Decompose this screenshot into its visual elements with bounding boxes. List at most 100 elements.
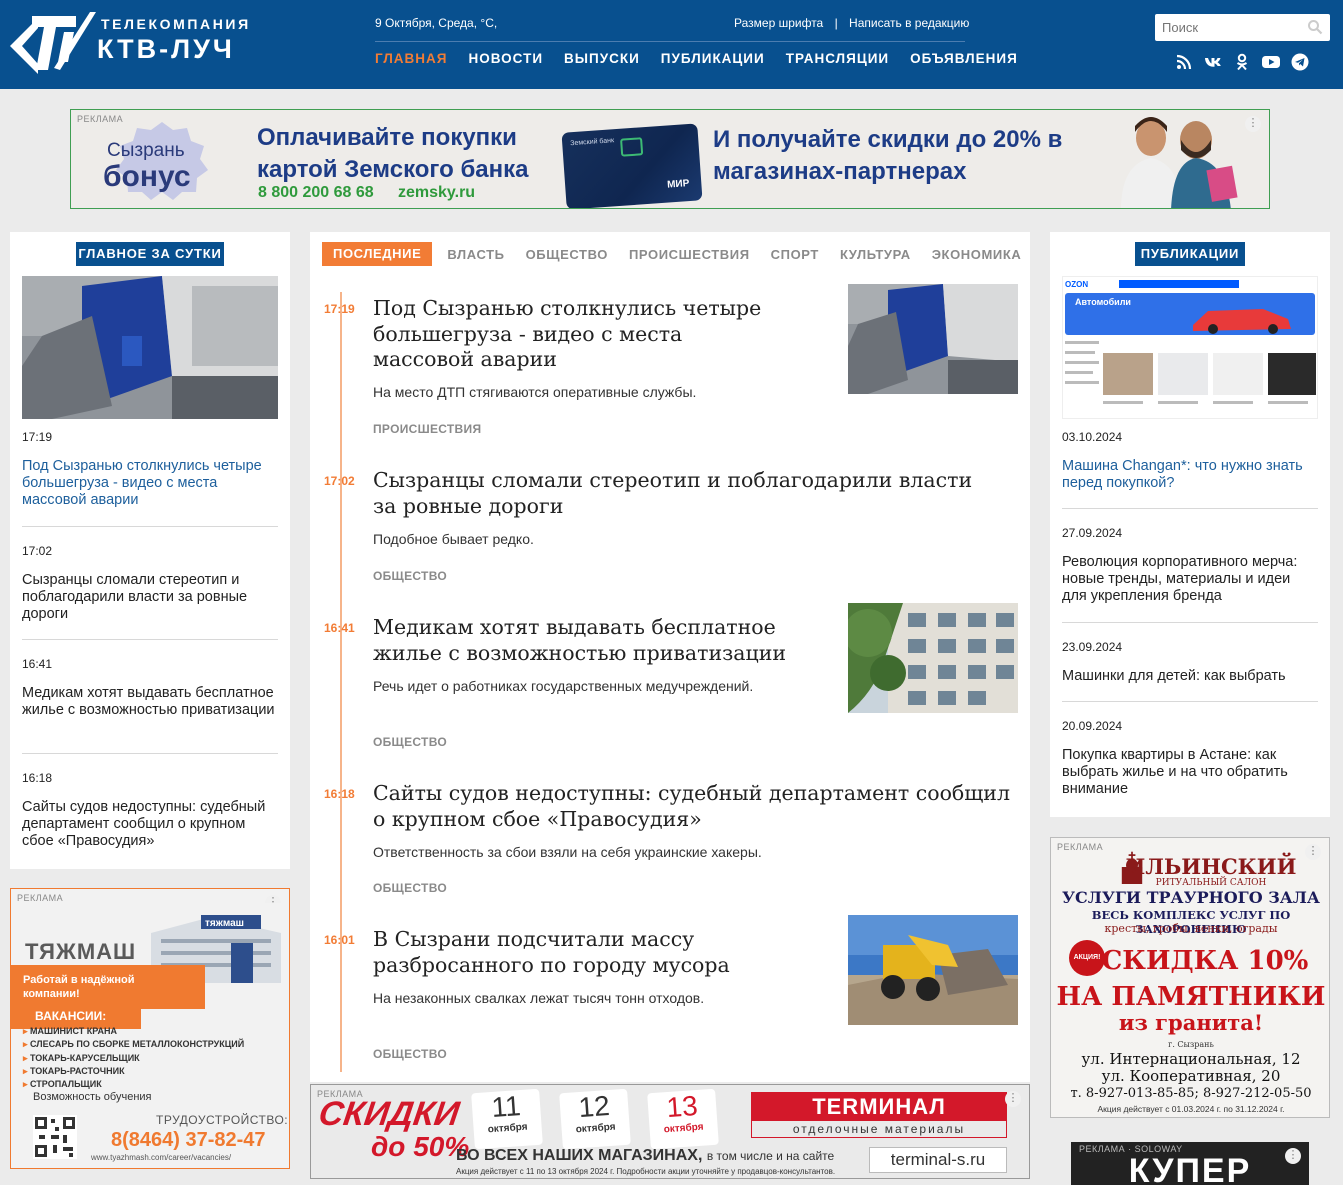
vacancy-list: МАШИНИСТ КРАНА СЛЕСАРЬ ПО СБОРКЕ МЕТАЛЛО… xyxy=(23,1025,244,1091)
ad-menu-icon[interactable]: ⋮ xyxy=(1305,844,1321,860)
list-item[interactable]: 20.09.2024 Покупка квартиры в Астане: ка… xyxy=(1062,719,1318,798)
youtube-icon[interactable] xyxy=(1262,53,1280,71)
publication-title-link[interactable]: Машинки для детей: как выбрать xyxy=(1062,668,1318,685)
terminal-brand: TERМИНАЛ xyxy=(752,1093,1006,1121)
ozon-cars-screenshot: OZON Автомобили xyxy=(1063,277,1317,418)
vk-icon[interactable] xyxy=(1204,53,1222,71)
nav-news[interactable]: НОВОСТИ xyxy=(469,51,544,66)
monuments-text: НА ПАМЯТНИКИ xyxy=(1056,982,1326,1012)
list-item[interactable]: 16:18 Сайты судов недоступны: судебный д… xyxy=(22,771,278,850)
logo-title[interactable]: КТВ-ЛУЧ xyxy=(97,34,235,65)
list-item[interactable]: 27.09.2024 Революция корпоративного мерч… xyxy=(1062,526,1318,605)
vacancies-title: ВАКАНСИИ: xyxy=(35,1009,107,1023)
section-title-daily: ГЛАВНОЕ ЗА СУТКИ xyxy=(76,242,224,266)
news-category-link[interactable]: ОБЩЕСТВО xyxy=(373,735,447,749)
news-title-link[interactable]: Под Сызранью столкнулись четыре большегр… xyxy=(22,458,278,509)
link-separator: | xyxy=(834,16,838,30)
kuper-logo: КУПЕР xyxy=(1128,1152,1252,1185)
ok-icon[interactable] xyxy=(1233,53,1251,71)
terminal-ad[interactable]: РЕКЛАМА СКИДКИ до 50% 11 октября 12 октя… xyxy=(310,1084,1030,1179)
news-category-link[interactable]: ПРОИСШЕСТВИЯ xyxy=(373,422,481,436)
list-item[interactable]: 23.09.2024 Машинки для детей: как выбрат… xyxy=(1062,640,1318,685)
ad-menu-icon[interactable]: ⋮ xyxy=(1245,116,1261,132)
news-title-link[interactable]: Сызранцы сломали стереотип и поблагодари… xyxy=(373,468,993,519)
search-input[interactable] xyxy=(1155,14,1295,41)
vacancy-item: ТОКАРЬ-РАСТОЧНИК xyxy=(23,1065,244,1078)
tab-latest[interactable]: ПОСЛЕДНИЕ НОВОСТИ xyxy=(322,242,433,285)
header-divider xyxy=(375,41,965,42)
news-thumbnail[interactable] xyxy=(848,284,1018,394)
top-ad-banner[interactable]: РЕКЛАМА Сызрань бонус Оплачивайте покупк… xyxy=(70,109,1270,209)
list-item[interactable]: 16:41 Медикам хотят выдавать бесплатное … xyxy=(22,657,278,719)
rss-icon[interactable] xyxy=(1175,53,1193,71)
list-item[interactable]: 17:19 Под Сызранью столкнулись четыре бо… xyxy=(22,430,278,509)
nav-broadcasts[interactable]: ТРАНСЛЯЦИИ xyxy=(786,51,889,66)
date-day: 11 xyxy=(490,1090,522,1124)
publication-title-link[interactable]: Машина Changan*: что нужно знать перед п… xyxy=(1062,458,1318,492)
people-photo xyxy=(1091,110,1241,208)
news-title-link[interactable]: Медикам хотят выдавать бесплатное жилье … xyxy=(22,685,278,719)
news-category-link[interactable]: ОБЩЕСТВО xyxy=(373,1047,447,1061)
date-card: 12 октября xyxy=(559,1088,631,1150)
nav-main[interactable]: ГЛАВНАЯ xyxy=(375,51,448,66)
site-header: ТЕЛЕКОМПАНИЯ КТВ-ЛУЧ 9 Октября, Среда, °… xyxy=(0,0,1343,89)
card-system: МИР xyxy=(666,178,690,191)
write-editor-link[interactable]: Написать в редакцию xyxy=(849,16,969,30)
nav-publications[interactable]: ПУБЛИКАЦИИ xyxy=(661,51,765,66)
telegram-icon[interactable] xyxy=(1291,53,1309,71)
news-title-link[interactable]: Сайты судов недоступны: судебный департа… xyxy=(373,781,1013,832)
publication-title-link[interactable]: Покупка квартиры в Астане: как выбрать ж… xyxy=(1062,747,1318,798)
publication-title-link[interactable]: Революция корпоративного мерча: новые тр… xyxy=(1062,554,1318,605)
divider xyxy=(1062,508,1318,509)
card-bank-name: Земский банк xyxy=(570,137,615,148)
font-size-link[interactable]: Размер шрифта xyxy=(734,16,823,30)
tab-incidents[interactable]: ПРОИСШЕСТВИЯ xyxy=(629,247,750,262)
ad-headline-discount: И получайте скидки до 20% в магазинах-па… xyxy=(713,124,1073,188)
ozon-heading: Автомобили xyxy=(1075,297,1131,307)
terminal-note: Акция действует с 11 по 13 октября 2024 … xyxy=(456,1167,836,1176)
kuper-ad[interactable]: РЕКЛАМА · SOLOWAY КУПЕР ⋮ xyxy=(1071,1142,1309,1185)
nav-episodes[interactable]: ВЫПУСКИ xyxy=(564,51,640,66)
news-category-link[interactable]: ОБЩЕСТВО xyxy=(373,569,447,583)
news-category-link[interactable]: ОБЩЕСТВО xyxy=(373,881,447,895)
date-day: 12 xyxy=(577,1089,611,1124)
list-item[interactable]: 17:02 Сызранцы сломали стереотип и побла… xyxy=(22,544,278,623)
tab-culture[interactable]: КУЛЬТУРА xyxy=(840,247,911,262)
ilyinsky-ad[interactable]: РЕКЛАМА ИЛЬИНСКИЙ РИТУАЛЬНЫЙ САЛОН УСЛУГ… xyxy=(1050,837,1330,1118)
divider xyxy=(1062,701,1318,702)
qr-code-icon xyxy=(33,1115,77,1159)
nav-ads[interactable]: ОБЪЯВЛЕНИЯ xyxy=(910,51,1018,66)
all-stores-small: в том числе и на сайте xyxy=(706,1149,835,1163)
news-thumbnail[interactable] xyxy=(848,915,1018,1025)
ad-headline-pay: Оплачивайте покупки картой Земского банк… xyxy=(257,122,557,186)
ad-headline-pay-text: Оплачивайте покупки картой Земского банк… xyxy=(257,124,529,183)
news-title-link[interactable]: Медикам хотят выдавать бесплатное жилье … xyxy=(373,615,793,666)
news-title-link[interactable]: В Сызрани подсчитали массу разбросанного… xyxy=(373,927,773,978)
news-title-link[interactable]: Под Сызранью столкнулись четыре большегр… xyxy=(373,296,783,373)
publication-image[interactable]: OZON Автомобили xyxy=(1062,276,1318,419)
card-logo-icon xyxy=(620,137,644,157)
ad-menu-icon[interactable]: ⋮ xyxy=(1285,1148,1301,1164)
news-time: 16:41 xyxy=(22,657,53,671)
news-time: 17:02 xyxy=(22,544,53,558)
address-1: ул. Интернациональная, 12 xyxy=(1081,1050,1301,1068)
left-news-image[interactable] xyxy=(22,276,278,419)
tab-society[interactable]: ОБЩЕСТВО xyxy=(526,247,608,262)
search-icon[interactable] xyxy=(1307,19,1323,35)
news-thumbnail[interactable] xyxy=(848,603,1018,713)
tab-economy[interactable]: ЭКОНОМИКА xyxy=(932,247,1022,262)
ad-menu-icon[interactable]: ⋮ xyxy=(1005,1091,1021,1107)
tyazhmash-logo: ТЯЖМАШ xyxy=(25,939,137,964)
publication-date: 20.09.2024 xyxy=(1062,719,1123,733)
news-title-link[interactable]: Сайты судов недоступны: судебный департа… xyxy=(22,799,278,850)
tab-power[interactable]: ВЛАСТЬ xyxy=(447,247,504,262)
ad-headline-discount-text: И получайте скидки до 20% в магазинах-па… xyxy=(713,126,1063,185)
tab-sport[interactable]: СПОРТ xyxy=(771,247,819,262)
terminal-logo: TERМИНАЛ отделочные материалы xyxy=(751,1092,1007,1138)
vacancy-item: СТРОПАЛЬЩИК xyxy=(23,1078,244,1091)
tyazhmash-ad[interactable]: РЕКЛАМА ⋮ тяжмаш ТЯЖМАШ Работай в надёжн… xyxy=(10,888,290,1169)
list-item[interactable]: 03.10.2024 Машина Changan*: что нужно зн… xyxy=(1062,430,1318,492)
publication-date: 27.09.2024 xyxy=(1062,526,1123,540)
vacancy-item: ТОКАРЬ-КАРУСЕЛЬЩИК xyxy=(23,1052,244,1065)
news-title-link[interactable]: Сызранцы сломали стереотип и поблагодари… xyxy=(22,572,278,623)
